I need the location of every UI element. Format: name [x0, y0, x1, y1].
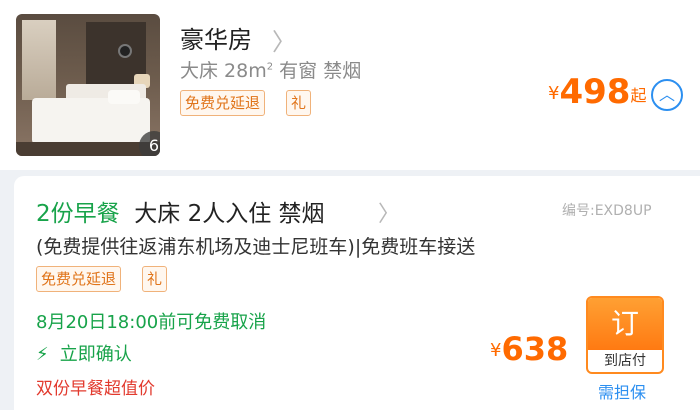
- room-price-symbol: ¥: [548, 83, 560, 104]
- rate-plan-card[interactable]: 2份早餐 大床 2人入住 禁烟 〉 编号:EXD8UP (免费提供往返浦东机场及…: [14, 176, 700, 410]
- room-desc-rest: 有窗 禁烟: [273, 60, 362, 82]
- guarantee-required-label[interactable]: 需担保: [598, 379, 646, 403]
- tag-free-late-checkout: 免费兑延退: [36, 266, 122, 292]
- room-card[interactable]: 6 豪华房 〉 大床 28m2 有窗 禁烟 免费兑延退 礼 ¥498起 ︿: [0, 0, 700, 170]
- plan-price-symbol: ¥: [490, 340, 502, 361]
- chevron-up-icon[interactable]: ︿: [651, 79, 683, 111]
- photo-clock: [118, 44, 132, 58]
- book-button-label: 订: [588, 298, 662, 350]
- room-photo[interactable]: 6: [16, 14, 160, 156]
- photo-bed: [32, 98, 150, 144]
- photo-count-badge: 6: [139, 131, 160, 156]
- room-price-amount: 498: [559, 72, 631, 112]
- room-title[interactable]: 豪华房: [180, 20, 252, 55]
- plan-title[interactable]: 2份早餐 大床 2人入住 禁烟: [36, 194, 325, 228]
- plan-shuttle-info: (免费提供往返浦东机场及迪士尼班车)|免费班车接送: [36, 236, 476, 258]
- plan-details: 大床 2人入住 禁烟: [134, 201, 325, 227]
- book-button[interactable]: 订 到店付: [586, 296, 664, 374]
- lightning-icon: ⚡: [36, 344, 49, 365]
- tag-free-late-checkout: 免费兑延退: [180, 90, 266, 116]
- room-description: 大床 28m2 有窗 禁烟: [180, 56, 361, 83]
- promo-text: 双份早餐超值价: [36, 379, 155, 399]
- plan-breakfast: 2份早餐: [36, 201, 120, 227]
- plan-price: ¥638: [490, 330, 568, 368]
- photo-window: [22, 20, 56, 100]
- free-cancel-text: 8月20日18:00前可免费取消: [36, 312, 267, 333]
- tag-gift: 礼: [142, 266, 168, 292]
- plan-code: 编号:EXD8UP: [562, 203, 652, 219]
- chevron-right-icon[interactable]: 〉: [378, 196, 400, 228]
- photo-pillow: [108, 90, 140, 104]
- chevron-right-icon[interactable]: 〉: [272, 22, 296, 57]
- room-desc-main: 大床 28m: [180, 60, 267, 82]
- tag-gift: 礼: [286, 90, 312, 116]
- instant-confirm: ⚡ 立即确认: [36, 340, 132, 366]
- instant-confirm-label: 立即确认: [59, 344, 132, 365]
- plan-price-amount: 638: [501, 330, 569, 368]
- room-price: ¥498起: [548, 72, 646, 112]
- room-price-suffix: 起: [630, 86, 647, 105]
- pay-at-hotel-label: 到店付: [604, 353, 646, 369]
